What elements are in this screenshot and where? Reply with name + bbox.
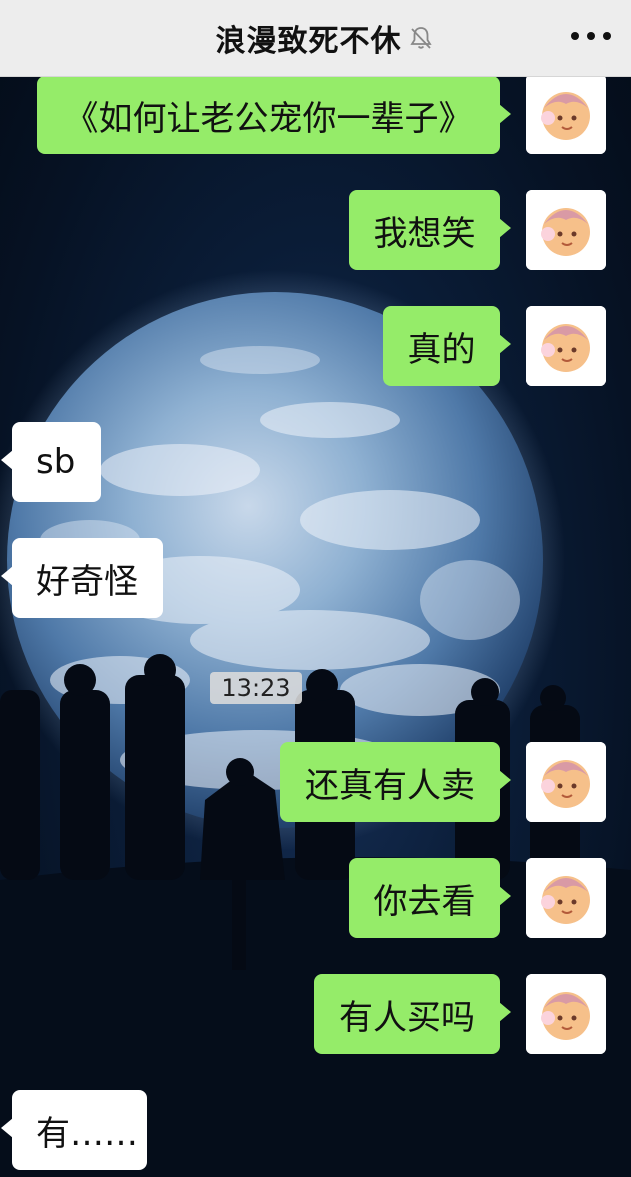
avatar-image <box>526 974 606 1054</box>
message-text: sb <box>36 442 76 482</box>
avatar-image <box>526 190 606 270</box>
avatar-image <box>526 858 606 938</box>
avatar-image <box>526 74 606 154</box>
message-text: 你去看 <box>373 881 476 922</box>
my-avatar[interactable] <box>526 190 606 270</box>
my-avatar[interactable] <box>526 858 606 938</box>
message-text: 好奇怪 <box>36 561 138 602</box>
message-timestamp: 13:23 <box>210 672 302 704</box>
message-text: 《如何让老公宠你一辈子》 <box>64 98 473 139</box>
chat-title[interactable]: 浪漫致死不休 <box>216 16 402 60</box>
message-text: 有人买吗 <box>339 997 475 1038</box>
message-bubble[interactable]: 《如何让老公宠你一辈子》 <box>37 76 511 154</box>
message-bubble[interactable]: 我想笑 <box>349 190 511 270</box>
message-bubble[interactable]: 有人买吗 <box>314 974 511 1054</box>
message-bubble[interactable]: 有…… <box>1 1090 147 1170</box>
avatar-image <box>526 742 606 822</box>
message-bubble[interactable]: 好奇怪 <box>1 538 163 618</box>
bell-slash-icon <box>408 25 434 51</box>
more-dots-icon[interactable] <box>571 22 611 50</box>
chat-header: 浪漫致死不休 <box>0 0 631 77</box>
message-text: 有…… <box>36 1113 138 1154</box>
message-text: 我想笑 <box>373 213 476 254</box>
my-avatar[interactable] <box>526 306 606 386</box>
message-bubble[interactable]: sb <box>1 422 101 502</box>
chat-screen: 浪漫致死不休 《如何让老公宠你一辈子》 我想笑 真的 sb 好奇怪 13:23 … <box>0 0 631 1177</box>
message-text: 还真有人卖 <box>305 765 475 806</box>
message-text: 真的 <box>407 329 476 370</box>
message-bubble[interactable]: 真的 <box>383 306 511 386</box>
my-avatar[interactable] <box>526 742 606 822</box>
message-bubble[interactable]: 还真有人卖 <box>280 742 511 822</box>
my-avatar[interactable] <box>526 974 606 1054</box>
avatar-image <box>526 306 606 386</box>
my-avatar[interactable] <box>526 74 606 154</box>
message-bubble[interactable]: 你去看 <box>349 858 511 938</box>
